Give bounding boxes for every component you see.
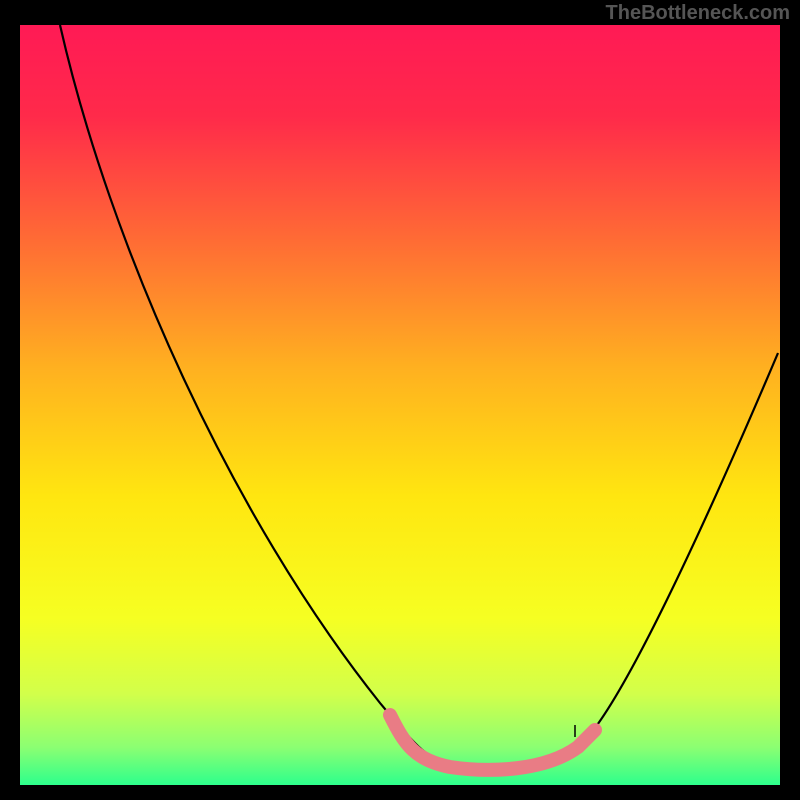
plot-inner bbox=[20, 25, 780, 785]
curve-main bbox=[60, 25, 778, 769]
chart-stage: TheBottleneck.com bbox=[0, 0, 800, 800]
plot-area bbox=[20, 25, 780, 785]
bottleneck-curve bbox=[20, 25, 780, 785]
watermark-label: TheBottleneck.com bbox=[606, 2, 790, 25]
curve-trough-highlight bbox=[390, 715, 595, 770]
